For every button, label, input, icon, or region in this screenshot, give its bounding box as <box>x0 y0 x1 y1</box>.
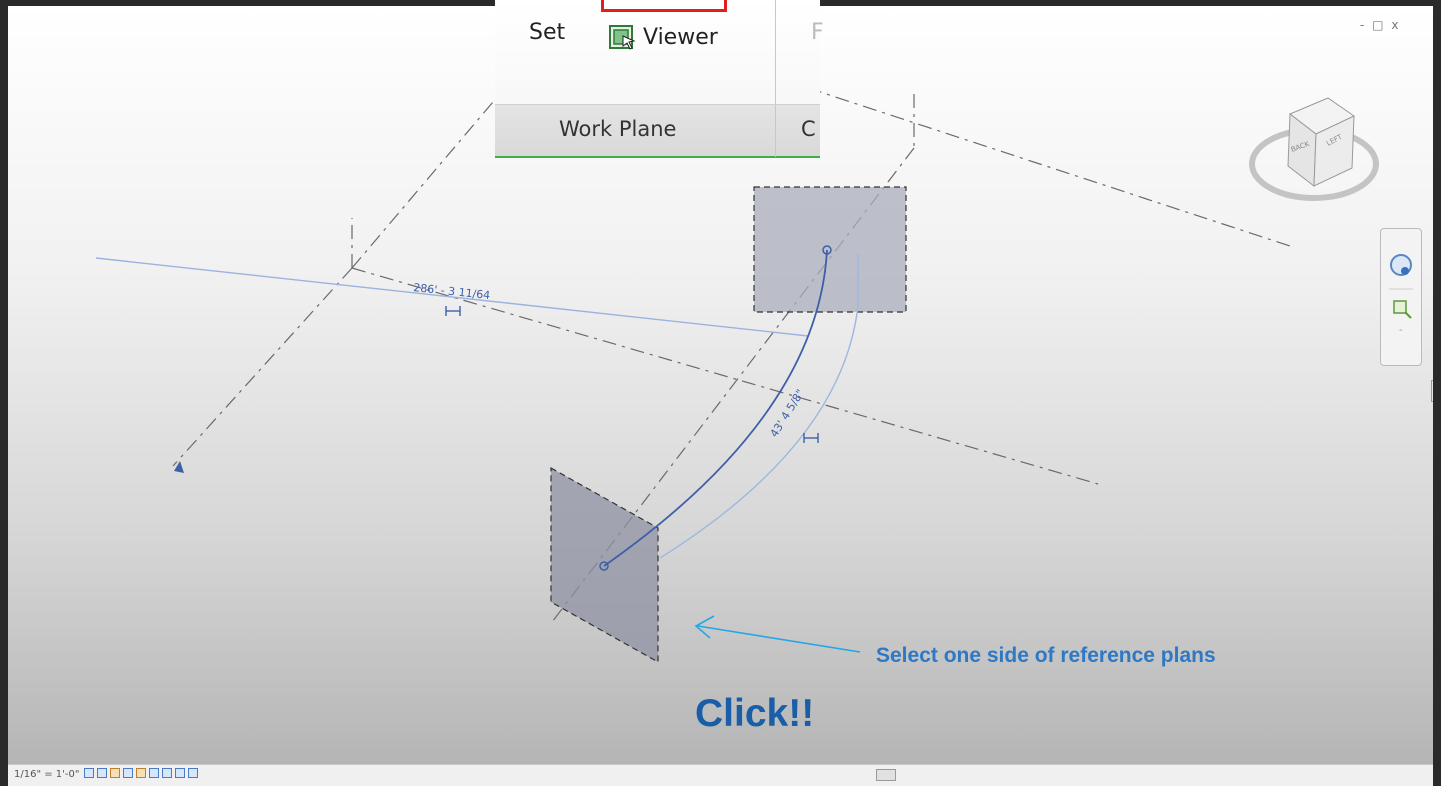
restore-icon[interactable]: □ <box>1372 18 1385 32</box>
visual-style-icon[interactable] <box>97 768 107 778</box>
viewer-button[interactable]: Viewer <box>607 20 718 54</box>
arc-dimension-label[interactable]: 43' 4 5/8" <box>768 387 808 439</box>
window-controls[interactable]: - □ x <box>1360 18 1400 32</box>
hide-isolate-icon[interactable] <box>188 768 198 778</box>
detail-level-icon[interactable] <box>84 768 94 778</box>
minimize-icon[interactable]: - <box>1360 18 1366 32</box>
close-icon[interactable]: x <box>1391 18 1400 32</box>
highlight-box <box>601 0 727 12</box>
scale-selector[interactable]: 1/16" = 1'-0" <box>14 769 79 780</box>
navigation-bar[interactable]: - <box>1380 228 1422 366</box>
click-annotation: Click!! <box>695 692 815 735</box>
sun-path-icon[interactable] <box>110 768 120 778</box>
steering-wheel-icon[interactable] <box>1390 254 1412 276</box>
horizontal-scrollbar-thumb[interactable] <box>876 769 896 781</box>
next-panel-title: C <box>801 117 816 141</box>
reference-planes[interactable] <box>172 87 1291 623</box>
panel-title-bar: Work Plane C <box>495 104 820 157</box>
reference-plane-line <box>351 101 494 269</box>
viewer-label: Viewer <box>643 24 718 50</box>
reference-plane-line <box>351 267 1099 485</box>
render-icon[interactable] <box>136 768 146 778</box>
ribbon-panel: Set Viewer F Work Plane C <box>495 0 824 158</box>
dimension-marker <box>803 433 819 443</box>
work-plane-panel-title: Work Plane <box>559 117 677 141</box>
dimension-marker <box>445 306 461 316</box>
pointer-arrow <box>694 615 861 653</box>
view-control-bar: 1/16" = 1'-0" <box>8 764 1433 786</box>
shadows-icon[interactable] <box>123 768 133 778</box>
crop-view-icon[interactable] <box>149 768 159 778</box>
set-button[interactable]: Set <box>529 20 565 45</box>
viewer-icon <box>609 25 636 50</box>
reference-plane-line <box>172 267 353 467</box>
zoom-icon[interactable] <box>1393 300 1412 319</box>
instruction-annotation: Select one side of reference plans <box>876 644 1216 667</box>
view-cube[interactable]: LEFT BACK <box>1249 97 1379 201</box>
vertical-scrollbar-thumb[interactable] <box>1431 380 1433 402</box>
work-plane-upper[interactable] <box>753 186 907 313</box>
lock-view-icon[interactable] <box>175 768 185 778</box>
show-crop-icon[interactable] <box>162 768 172 778</box>
ribbon-separator <box>775 0 776 104</box>
linear-dimension-label[interactable]: 286' - 3 11/64 <box>413 281 491 302</box>
ribbon-separator <box>775 105 776 157</box>
next-panel-button[interactable]: F <box>811 20 824 45</box>
view-control-icons <box>84 768 198 778</box>
svg-text:-: - <box>1399 325 1403 336</box>
